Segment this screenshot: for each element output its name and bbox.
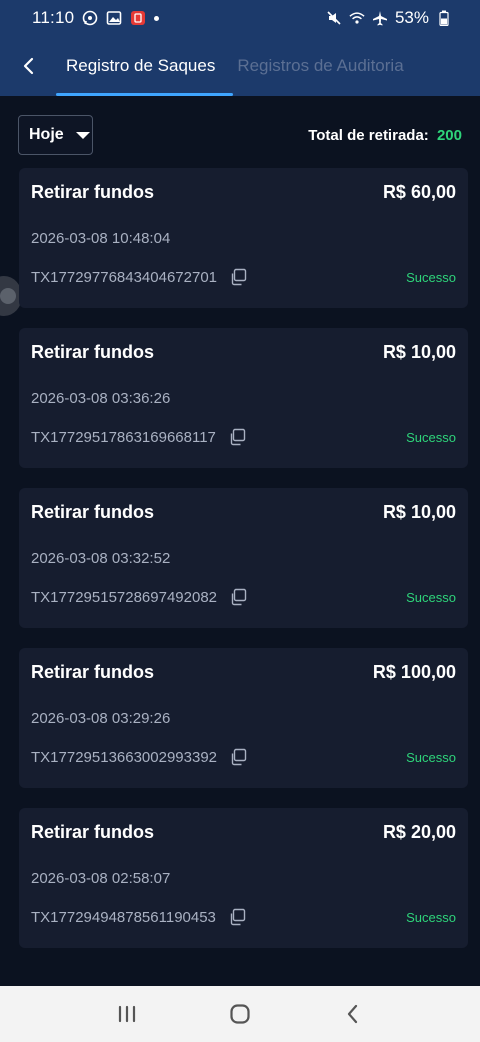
notification-dot-icon [154,15,160,21]
record-tx-row: TX17729513663002993392 [31,748,247,766]
tab-withdrawal-records[interactable]: Registro de Saques [55,36,234,96]
caret-down-icon [75,131,90,139]
back-button[interactable] [0,36,58,96]
record-amount: R$ 20,00 [382,822,456,842]
record-datetime: 2026-03-08 03:36:26 [31,390,171,407]
record-datetime: 2026-03-08 03:29:26 [31,710,171,727]
home-button[interactable] [220,994,260,1034]
record-tx-row: TX17729776843404672701 [31,268,247,286]
status-badge: Sucesso [406,590,456,605]
date-filter-value: Hoje [29,126,64,143]
total-withdrawal: Total de retirada: 200 [308,127,462,144]
whatsapp-icon [82,10,98,26]
copy-icon[interactable] [229,268,247,286]
tab-audit-records-label: Registros de Auditoria [237,56,404,75]
record-amount: R$ 10,00 [382,502,456,522]
record-amount: R$ 60,00 [382,182,456,202]
withdrawal-list: Retirar fundos R$ 60,00 2026-03-08 10:48… [19,168,468,968]
status-time: 11:10 [32,8,75,27]
status-badge: Sucesso [406,430,456,445]
record-tx-id: TX17729513663002993392 [31,748,218,766]
gallery-icon [106,10,122,26]
record-title: Retirar fundos [31,182,155,202]
list-item: Retirar fundos R$ 10,00 2026-03-08 03:36… [19,328,468,468]
app-notification-icon [130,10,146,26]
mute-icon [326,10,342,26]
record-datetime: 2026-03-08 10:48:04 [31,230,171,247]
copy-icon[interactable] [229,588,247,606]
status-badge: Sucesso [406,910,456,925]
list-item: Retirar fundos R$ 60,00 2026-03-08 10:48… [19,168,468,308]
record-tx-row: TX17729515728697492082 [31,588,247,606]
copy-icon[interactable] [228,908,246,926]
record-title: Retirar fundos [31,822,155,842]
copy-icon[interactable] [229,748,247,766]
tab-withdrawal-records-label: Registro de Saques [66,56,216,75]
list-item: Retirar fundos R$ 10,00 2026-03-08 03:32… [19,488,468,628]
recent-apps-icon [118,1005,135,1023]
status-bar: 11:10 53% [0,0,480,36]
page: 11:10 53% Registro de Saques Registros d… [0,0,480,1042]
record-datetime: 2026-03-08 03:32:52 [31,550,171,567]
record-tx-id: TX17729776843404672701 [31,268,218,286]
date-filter-dropdown[interactable]: Hoje [18,115,93,155]
tab-audit-records[interactable]: Registros de Auditoria [229,36,411,96]
total-withdrawal-value: 200 [436,126,462,144]
battery-percentage: 53% [394,8,429,27]
battery-icon [436,10,452,26]
record-title: Retirar fundos [31,662,155,682]
home-icon [230,1004,250,1024]
list-item: Retirar fundos R$ 20,00 2026-03-08 02:58… [19,808,468,948]
record-tx-id: TX17729515728697492082 [31,588,218,606]
system-back-button[interactable] [333,994,373,1034]
record-title: Retirar fundos [31,342,155,362]
system-navigation-bar [0,986,480,1042]
recent-apps-button[interactable] [107,994,147,1034]
chevron-left-icon [23,57,34,75]
airplane-icon [372,10,388,26]
wifi-icon [349,10,365,26]
list-item: Retirar fundos R$ 100,00 2026-03-08 03:2… [19,648,468,788]
total-withdrawal-label: Total de retirada: [308,126,429,144]
status-badge: Sucesso [406,750,456,765]
record-tx-row: TX17729494878561190453 [31,908,246,926]
app-header: Registro de Saques Registros de Auditori… [0,36,480,96]
record-tx-id: TX17729517863169668117 [31,428,216,446]
record-title: Retirar fundos [31,502,155,522]
record-amount: R$ 10,00 [382,342,456,362]
record-tx-row: TX17729517863169668117 [31,428,246,446]
chevron-left-icon [348,1004,358,1024]
filter-row: Hoje Total de retirada: 200 [18,115,462,155]
copy-icon[interactable] [228,428,246,446]
status-badge: Sucesso [406,270,456,285]
record-datetime: 2026-03-08 02:58:07 [31,870,171,887]
record-tx-id: TX17729494878561190453 [31,908,216,926]
record-amount: R$ 100,00 [372,662,456,682]
